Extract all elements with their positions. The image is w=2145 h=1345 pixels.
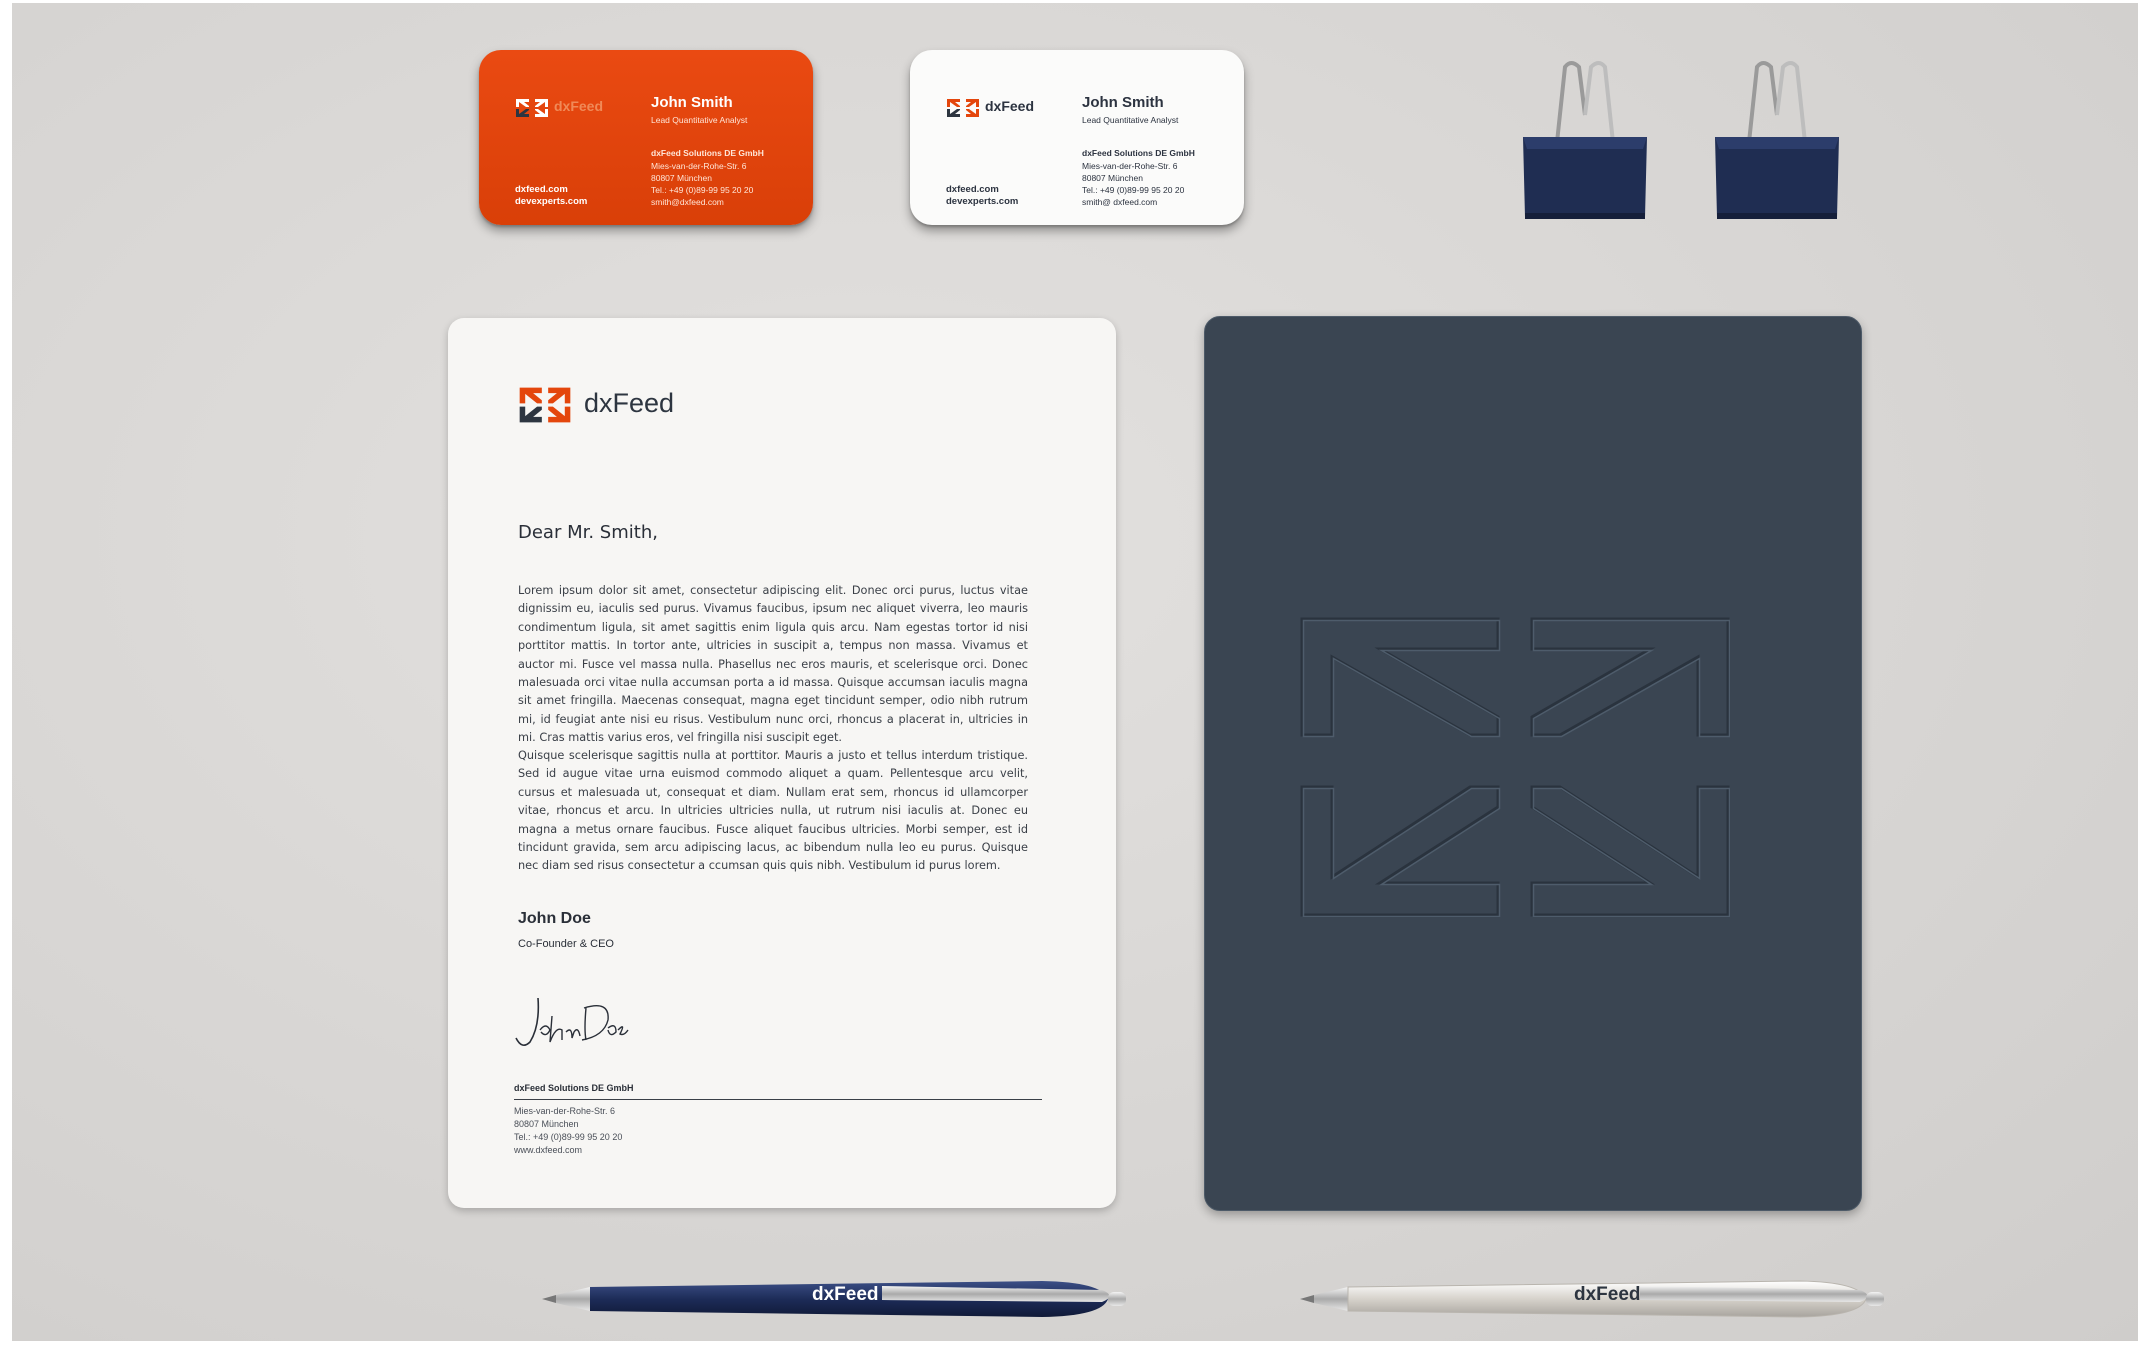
card-person-title: Lead Quantitative Analyst xyxy=(1082,115,1179,125)
card-person-title: Lead Quantitative Analyst xyxy=(651,115,748,125)
card-person-name: John Smith xyxy=(651,94,733,111)
binder-clip-icon xyxy=(1715,61,1839,219)
card-website-1: dxfeed.com xyxy=(946,184,999,195)
dxfeed-logo-icon xyxy=(519,387,571,423)
card-phone: Tel.: +49 (0)89-99 95 20 20 xyxy=(651,185,754,195)
letter-paragraph: Quisque scelerisque sagittis nulla at po… xyxy=(518,749,1028,873)
letter-salutation: Dear Mr. Smith, xyxy=(518,522,658,543)
dxfeed-logo-icon xyxy=(947,99,979,117)
white-business-card: dxFeed John Smith Lead Quantitative Anal… xyxy=(910,50,1244,225)
card-phone: Tel.: +49 (0)89-99 95 20 20 xyxy=(1082,185,1185,195)
card-address-city: 80807 München xyxy=(651,173,712,183)
card-person-name: John Smith xyxy=(1082,94,1164,111)
signer-name: John Doe xyxy=(518,910,591,927)
binder-clip-icon xyxy=(1523,61,1647,219)
footer-address-city: 80807 München xyxy=(514,1119,579,1129)
card-address-city: 80807 München xyxy=(1082,173,1143,183)
signer-role: Co-Founder & CEO xyxy=(518,938,614,950)
footer-company: dxFeed Solutions DE GmbH xyxy=(514,1083,634,1093)
card-brand-name: dxFeed xyxy=(985,98,1035,114)
silver-pen-brand: dxFeed xyxy=(1574,1284,1641,1305)
orange-business-card: dxFeed John Smith Lead Quantitative Anal… xyxy=(479,50,813,225)
dxfeed-logo-icon xyxy=(516,99,548,117)
card-website-1: dxfeed.com xyxy=(515,184,568,195)
card-address-street: Mies-van-der-Rohe-Str. 6 xyxy=(651,161,747,171)
footer-website: www.dxfeed.com xyxy=(514,1145,583,1155)
presentation-folder xyxy=(1204,316,1862,1211)
card-brand-name: dxFeed xyxy=(554,98,604,114)
card-address-street: Mies-van-der-Rohe-Str. 6 xyxy=(1082,161,1178,171)
letter-paragraph: Lorem ipsum dolor sit amet, consectetur … xyxy=(518,584,1028,745)
card-website-2: devexperts.com xyxy=(515,196,588,207)
handwritten-signature-icon xyxy=(515,997,629,1046)
blue-pen-brand: dxFeed xyxy=(812,1284,879,1305)
card-company: dxFeed Solutions DE GmbH xyxy=(651,148,764,158)
card-company: dxFeed Solutions DE GmbH xyxy=(1082,148,1195,158)
letterhead-brand-name: dxFeed xyxy=(584,388,675,418)
card-email: smith@ dxfeed.com xyxy=(1082,197,1158,207)
footer-phone: Tel.: +49 (0)89-99 95 20 20 xyxy=(514,1132,623,1142)
stationery-mockup-scene: dxFeed John Smith Lead Quantitative Anal… xyxy=(12,3,2138,1341)
card-email: smith@dxfeed.com xyxy=(651,197,724,207)
card-website-2: devexperts.com xyxy=(946,196,1019,207)
footer-address-street: Mies-van-der-Rohe-Str. 6 xyxy=(514,1106,616,1116)
embossed-logo-icon xyxy=(1300,617,1730,917)
letterhead-sheet: dxFeed Dear Mr. Smith, Lorem ipsum dolor… xyxy=(448,318,1116,1208)
footer-divider xyxy=(514,1099,1042,1100)
